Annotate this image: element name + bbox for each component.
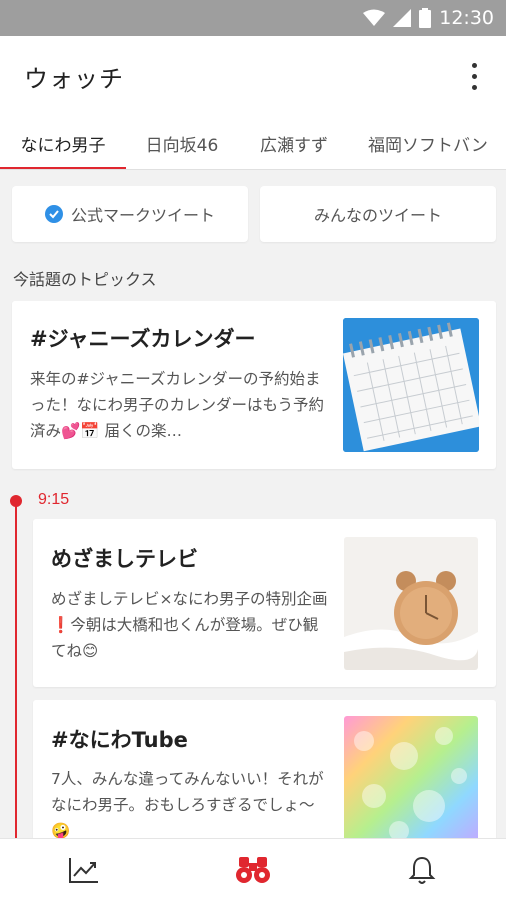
tab-hinatazaka46[interactable]: 日向坂46 (126, 116, 238, 169)
calendar-image (343, 318, 479, 452)
timeline-line (15, 500, 17, 840)
nav-watch[interactable] (169, 839, 338, 900)
bottom-nav (0, 838, 506, 900)
tab-bar: なにわ男子 日向坂46 広瀬すず 福岡ソフトバン (0, 116, 506, 170)
timeline-dot (10, 495, 22, 507)
official-tweets-button[interactable]: 公式マークツイート (12, 186, 248, 242)
topic-card-body: 来年の#ジャニーズカレンダーの予約始まった！なにわ男子のカレンダーはもう予約済み… (30, 370, 325, 440)
timeline-time: 9:15 (38, 491, 70, 508)
binoculars-icon (236, 856, 270, 883)
official-tweets-label: 公式マークツイート (70, 206, 215, 225)
timeline-card-body: めざましテレビ×なにわ男子の特別企画❗今朝は大橋和也くんが登場。ぜひ観てね😊 (51, 590, 328, 660)
status-bar: 12:30 (0, 0, 506, 36)
topic-card[interactable]: #ジャニーズカレンダー 来年の#ジャニーズカレンダーの予約始まった！なにわ男子の… (12, 301, 496, 469)
trending-icon (69, 857, 99, 883)
timeline-card-title: #なにわTube (51, 728, 188, 752)
timeline-card-body: 7人、みんな違ってみんないい！それがなにわ男子。おもしろすぎるでしょ〜🤪 (51, 770, 324, 840)
app-bar: ウォッチ (0, 36, 506, 116)
alarm-clock-image (344, 537, 478, 670)
signal-icon (393, 9, 412, 27)
bell-icon (408, 856, 436, 884)
tab-fukuoka-softbank[interactable]: 福岡ソフトバン (350, 116, 506, 169)
topic-card-title: #ジャニーズカレンダー (30, 327, 256, 351)
nav-trending[interactable] (0, 839, 169, 900)
verified-icon (44, 205, 63, 223)
tweet-filters: 公式マークツイート みんなのツイート (12, 186, 496, 242)
status-time: 12:30 (439, 7, 494, 29)
wifi-icon (363, 9, 386, 26)
tab-hirose-suzu[interactable]: 広瀬すず (238, 116, 350, 169)
overflow-menu-icon[interactable] (462, 58, 486, 94)
everyone-tweets-button[interactable]: みんなのツイート (260, 186, 496, 242)
page-title: ウォッチ (24, 64, 124, 93)
nav-notifications[interactable] (337, 839, 506, 900)
timeline-card[interactable]: めざましテレビ めざましテレビ×なにわ男子の特別企画❗今朝は大橋和也くんが登場。… (33, 519, 496, 687)
everyone-tweets-label: みんなのツイート (313, 206, 442, 225)
timeline-card[interactable]: #なにわTube 7人、みんな違ってみんないい！それがなにわ男子。おもしろすぎる… (33, 700, 496, 850)
section-title: 今話題のトピックス (13, 270, 157, 289)
battery-icon (419, 8, 432, 28)
rainbow-bokeh-image (344, 716, 478, 850)
timeline-card-title: めざましテレビ (51, 547, 198, 571)
tab-naniwa-danshi[interactable]: なにわ男子 (0, 116, 126, 169)
